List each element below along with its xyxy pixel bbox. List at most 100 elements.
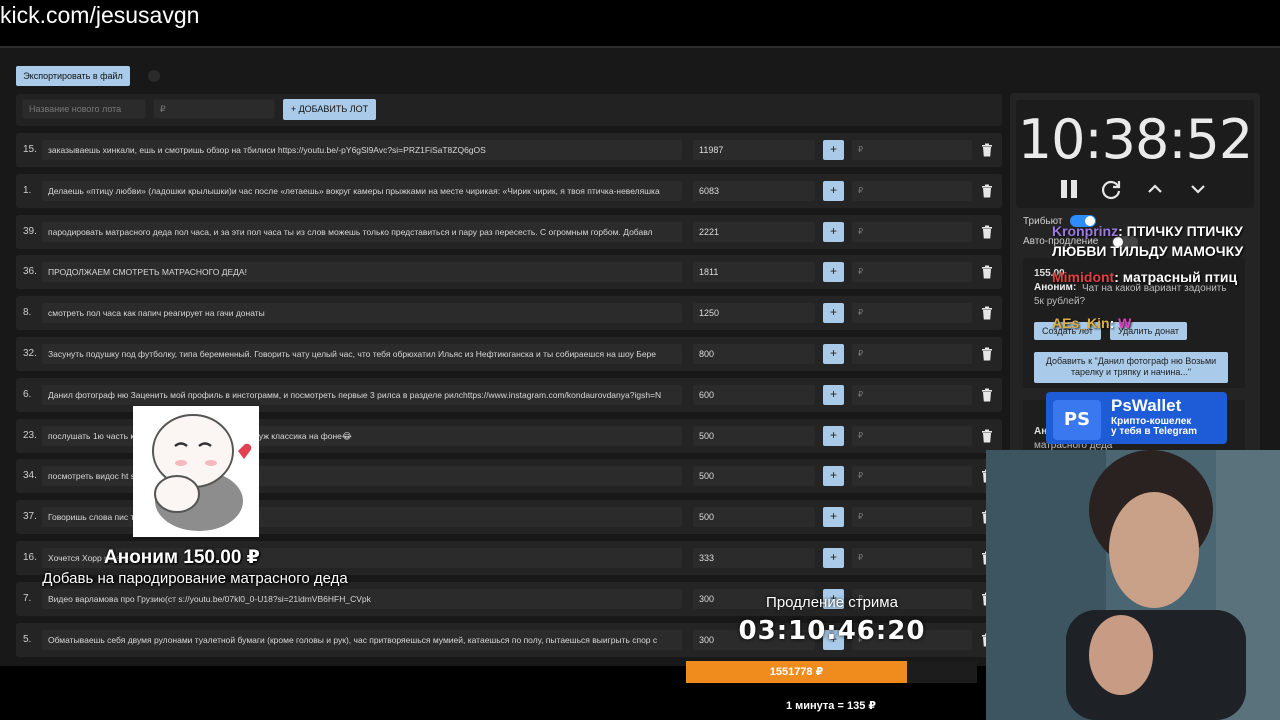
chat-text: : матрасный птиц <box>1114 269 1238 285</box>
add-lot-button[interactable]: + ДОБАВИТЬ ЛОТ <box>283 99 376 120</box>
lot-row: 1. Делаешь «птицу любви» (ладошки крылышк… <box>16 173 1002 208</box>
lot-amount-field[interactable]: 333 <box>693 548 815 568</box>
trash-icon[interactable] <box>981 429 993 443</box>
trash-icon[interactable] <box>981 388 993 402</box>
add-amount-input[interactable]: ₽ <box>852 466 972 487</box>
chat-emote: W <box>1118 315 1132 331</box>
lot-amount-field[interactable]: 11987 <box>693 140 815 160</box>
lot-amount-field[interactable]: 1811 <box>693 262 815 283</box>
stream-url-overlay: kick.com/jesusavgn <box>0 2 200 28</box>
lot-number: 15. <box>23 144 37 155</box>
lot-name-input[interactable]: Видео варламова про Грузию(ст s://youtu.… <box>42 588 682 609</box>
lot-number: 6. <box>23 388 32 400</box>
lot-number: 23. <box>23 429 37 441</box>
new-lot-amount-input[interactable]: ₽ <box>153 99 275 119</box>
chat-message: ЛЮБВИ ТИЛЬДУ МАМОЧКУ <box>1052 243 1243 259</box>
new-lot-name-input[interactable]: Название нового лота <box>22 99 146 119</box>
stream-extension-label: Продление стрима <box>766 594 898 611</box>
lot-number: 37. <box>23 511 37 523</box>
lot-row: 8. смотреть пол часа как папич реагирует … <box>16 296 1002 331</box>
add-to-lot-button[interactable]: Добавить к "Данил фотограф ню Возьми тар… <box>1034 352 1228 383</box>
lot-number: 8. <box>23 307 32 319</box>
add-amount-input[interactable]: ₽ <box>852 180 972 201</box>
chevron-up-icon[interactable] <box>1144 178 1166 200</box>
chat-text: : <box>1109 315 1115 331</box>
lot-row: 15. заказываешь хинкали, ешь и смотришь о… <box>16 133 1002 167</box>
add-amount-input[interactable]: ₽ <box>852 344 972 364</box>
lot-amount-field[interactable]: 1250 <box>693 303 815 324</box>
trash-icon[interactable] <box>981 143 993 157</box>
lot-name-input[interactable]: ПРОДОЛЖАЕМ СМОТРЕТЬ МАТРАСНОГО ДЕДА! <box>42 262 682 283</box>
donation-sticker-image <box>133 406 259 537</box>
add-amount-button[interactable]: + <box>823 140 844 160</box>
alert-donor-amount: Аноним 150.00 ₽ <box>104 547 260 568</box>
stream-extension-timer: 03:10:46:20 <box>738 616 926 646</box>
chevron-down-icon[interactable] <box>1187 178 1209 200</box>
add-amount-button[interactable]: + <box>823 180 844 201</box>
chat-text: : ПТИЧКУ ПТИЧКУ <box>1118 223 1243 239</box>
lot-name-input[interactable]: пародировать матрасного деда пол часа, и… <box>42 221 682 242</box>
add-amount-button[interactable]: + <box>823 507 844 528</box>
lot-number: 32. <box>23 348 37 359</box>
add-amount-input[interactable]: ₽ <box>852 384 972 405</box>
lot-amount-field[interactable]: 6083 <box>693 180 815 201</box>
export-to-file-button[interactable]: Экспортировать в файл <box>16 66 130 86</box>
add-amount-input[interactable]: ₽ <box>852 140 972 160</box>
lot-name-input[interactable]: смотреть пол часа как папич реагирует на… <box>42 303 682 324</box>
reset-icon[interactable] <box>1100 178 1122 200</box>
add-amount-button[interactable]: + <box>823 384 844 405</box>
lot-name-input[interactable]: Засунуть подушку под футболку, типа бере… <box>42 344 682 364</box>
chat-text: ЛЮБВИ ТИЛЬДУ МАМОЧКУ <box>1052 243 1244 259</box>
add-amount-input[interactable]: ₽ <box>852 548 972 568</box>
lot-number: 5. <box>23 633 32 645</box>
add-amount-button[interactable]: + <box>823 303 844 324</box>
trash-icon[interactable] <box>981 225 993 239</box>
lot-number: 16. <box>23 552 37 563</box>
chat-username: Mimidont <box>1052 269 1115 285</box>
trash-icon[interactable] <box>981 184 993 198</box>
add-amount-button[interactable]: + <box>823 344 844 364</box>
add-amount-button[interactable]: + <box>823 221 844 242</box>
lot-name-input[interactable]: заказываешь хинкали, ешь и смотришь обзо… <box>42 140 682 160</box>
lot-row: 36. ПРОДОЛЖАЕМ СМОТРЕТЬ МАТРАСНОГО ДЕДА! 1… <box>16 255 1002 290</box>
chat-message: AEs_Kin: W <box>1052 315 1131 331</box>
lot-amount-field[interactable]: 600 <box>693 384 815 405</box>
pause-icon[interactable] <box>1058 178 1080 200</box>
pswallet-title: PsWallet <box>1111 396 1182 415</box>
add-amount-input[interactable]: ₽ <box>852 425 972 446</box>
lot-row: 32. Засунуть подушку под футболку, типа б… <box>16 337 1002 371</box>
trash-icon[interactable] <box>981 347 993 361</box>
lot-name-input[interactable]: Делаешь «птицу любви» (ладошки крылышки)… <box>42 180 682 201</box>
lot-number: 7. <box>23 592 32 604</box>
add-amount-button[interactable]: + <box>823 548 844 568</box>
lot-number: 36. <box>23 266 37 278</box>
screen: kick.com/jesusavgn Экспортировать в файл… <box>0 0 1280 720</box>
goal-amount: 1551778 ₽ <box>769 666 824 678</box>
lot-number: 39. <box>23 225 37 237</box>
add-amount-button[interactable]: + <box>823 466 844 487</box>
lot-amount-field[interactable]: 500 <box>693 425 815 446</box>
trash-icon[interactable] <box>981 265 993 279</box>
chat-message: Kronprinz: ПТИЧКУ ПТИЧКУ <box>1052 223 1243 239</box>
auction-timer: 10:38:52 <box>1017 108 1254 171</box>
lot-name-input[interactable]: Обматываешь себя двумя рулонами туалетно… <box>42 629 682 650</box>
trash-icon[interactable] <box>981 306 993 320</box>
webcam-feed <box>986 450 1280 720</box>
lot-amount-field[interactable]: 500 <box>693 507 815 528</box>
lot-amount-field[interactable]: 500 <box>693 466 815 487</box>
lot-number: 34. <box>23 470 37 482</box>
add-amount-button[interactable]: + <box>823 425 844 446</box>
lot-amount-field[interactable]: 800 <box>693 344 815 364</box>
add-amount-input[interactable]: ₽ <box>852 507 972 528</box>
lot-name-input[interactable]: Данил фотограф ню Заценить мой профиль в… <box>42 384 682 405</box>
add-amount-button[interactable]: + <box>823 262 844 283</box>
pswallet-subtitle: Крипто-кошелек у тебя в Telegram <box>1111 416 1197 437</box>
goal-rate: 1 минута = 135 ₽ <box>785 700 877 712</box>
theme-toggle-icon[interactable] <box>148 70 160 82</box>
chat-username: AEs_Kin <box>1052 315 1110 331</box>
add-amount-input[interactable]: ₽ <box>852 262 972 283</box>
add-amount-input[interactable]: ₽ <box>852 303 972 324</box>
lot-amount-field[interactable]: 2221 <box>693 221 815 242</box>
add-amount-input[interactable]: ₽ <box>852 221 972 242</box>
chat-message: Mimidont: матрасный птиц <box>1052 269 1237 285</box>
